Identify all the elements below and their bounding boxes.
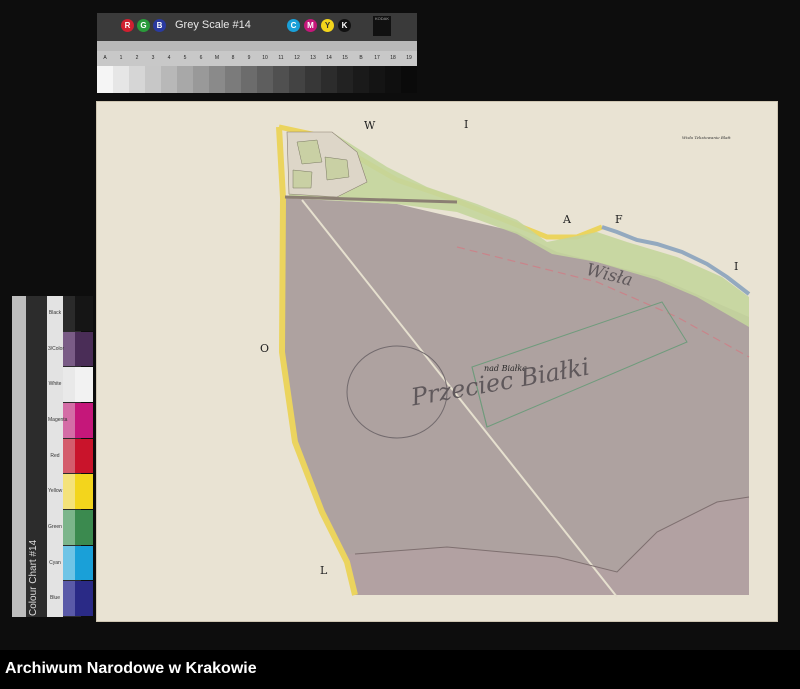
colour-swatch [75, 581, 93, 616]
greyscale-tick-label: 6 [193, 51, 209, 66]
greyscale-step [97, 66, 113, 93]
greyscale-step [225, 66, 241, 93]
greyscale-step [113, 66, 129, 93]
map-letter-i-right: I [734, 260, 739, 273]
colour-swatch-label: Black [48, 309, 62, 316]
colour-swatch-label: Magenta [48, 416, 68, 423]
greyscale-tick-label: 9 [241, 51, 257, 66]
map-letter-a: A [563, 213, 571, 226]
colour-swatch [75, 331, 93, 367]
greyscale-tick-label: 19 [401, 51, 417, 66]
colour-swatch [63, 296, 75, 331]
greyscale-step [129, 66, 145, 93]
colour-swatch [75, 296, 93, 331]
greyscale-step [289, 66, 305, 93]
colour-swatch-label: Green [48, 523, 62, 530]
colour-swatch [75, 474, 93, 509]
greyscale-tick-label: 10 [257, 51, 273, 66]
greyscale-tick-label: 4 [161, 51, 177, 66]
greyscale-step [273, 66, 289, 93]
greyscale-steps [97, 66, 417, 93]
colour-swatch [75, 510, 93, 545]
greyscale-step [369, 66, 385, 93]
colour-chart: Colour Chart #14 Black 3/Color White Magent… [12, 296, 93, 617]
colour-swatch [63, 438, 75, 474]
greyscale-step [401, 66, 417, 93]
greyscale-tick-label: 1 [113, 51, 129, 66]
greyscale-tick-label: B [353, 51, 369, 66]
greyscale-step [241, 66, 257, 93]
colour-chart-ruler [12, 296, 26, 617]
greyscale-tick-label: M [209, 51, 225, 66]
colour-swatch [63, 545, 75, 581]
y-dot-icon: Y [321, 19, 334, 32]
map-letter-o: O [260, 342, 270, 355]
greyscale-step [257, 66, 273, 93]
map-sheet: W I A F I O L nad Białką Przeciec Białki… [96, 101, 778, 622]
colour-swatch [63, 581, 75, 616]
map-letter-f: F [615, 213, 623, 226]
greyscale-step [385, 66, 401, 93]
greyscale-step [321, 66, 337, 93]
greyscale-tick-row: A 1 2 3 4 5 6 M 8 9 10 11 12 13 14 15 B 17 18 19 [97, 51, 417, 66]
colour-swatch-label: Yellow [48, 488, 63, 495]
greyscale-tick-label: 15 [337, 51, 353, 66]
colour-swatch [75, 545, 93, 581]
greyscale-tick-label: 18 [385, 51, 401, 66]
greyscale-step [177, 66, 193, 93]
greyscale-tick-label: A [97, 51, 113, 66]
greyscale-step [161, 66, 177, 93]
greyscale-tick-label: 11 [273, 51, 289, 66]
greyscale-tick-label: 12 [289, 51, 305, 66]
greyscale-step [337, 66, 353, 93]
colour-chart-title: Colour Chart #14 [28, 539, 39, 616]
greyscale-tick-label: 14 [321, 51, 337, 66]
colour-swatch [63, 331, 75, 367]
m-dot-icon: M [304, 19, 317, 32]
colour-swatch-label: 3/Color [48, 345, 65, 352]
greyscale-tick-label: 2 [129, 51, 145, 66]
greyscale-tick-label: 13 [305, 51, 321, 66]
colour-swatch [75, 438, 93, 474]
map-letter-w: W [364, 119, 376, 132]
greyscale-ruler [97, 41, 417, 51]
colour-swatch [63, 510, 75, 545]
kodak-logo: KODAK [373, 16, 391, 36]
k-dot-icon: K [338, 19, 351, 32]
greyscale-header: R G B Grey Scale #14 C M Y K KODAK [97, 13, 417, 39]
footer-bar: Archiwum Narodowe w Krakowie [0, 650, 800, 689]
greyscale-tick-label: 5 [177, 51, 193, 66]
greyscale-chart: R G B Grey Scale #14 C M Y K KODAK A1234… [97, 13, 417, 93]
colour-swatch [63, 367, 75, 402]
colour-swatch [75, 403, 93, 438]
sheet-note: Wisła Tekstowanie Blatt [682, 135, 731, 140]
g-dot-icon: G [137, 19, 150, 32]
colour-swatch-label: Cyan [49, 559, 61, 566]
greyscale-tick-label: 8 [225, 51, 241, 66]
archive-label: Archiwum Narodowe w Krakowie [5, 660, 257, 677]
greyscale-tick-label: 17 [369, 51, 385, 66]
cadastral-map [276, 124, 751, 598]
map-letter-i-top: I [464, 118, 469, 131]
greyscale-step [305, 66, 321, 93]
greyscale-step [209, 66, 225, 93]
c-dot-icon: C [287, 19, 300, 32]
greyscale-step [353, 66, 369, 93]
greyscale-title: Grey Scale #14 [175, 19, 251, 31]
b-dot-icon: B [153, 19, 166, 32]
greyscale-tick-label: 3 [145, 51, 161, 66]
colour-swatch-label: White [48, 381, 62, 388]
colour-swatch [63, 474, 75, 509]
r-dot-icon: R [121, 19, 134, 32]
map-letter-l: L [320, 564, 328, 577]
colour-swatch-label: Blue [49, 595, 60, 602]
colour-swatch [75, 367, 93, 402]
colour-swatch-label: Red [50, 452, 60, 459]
greyscale-step [193, 66, 209, 93]
greyscale-step [145, 66, 161, 93]
